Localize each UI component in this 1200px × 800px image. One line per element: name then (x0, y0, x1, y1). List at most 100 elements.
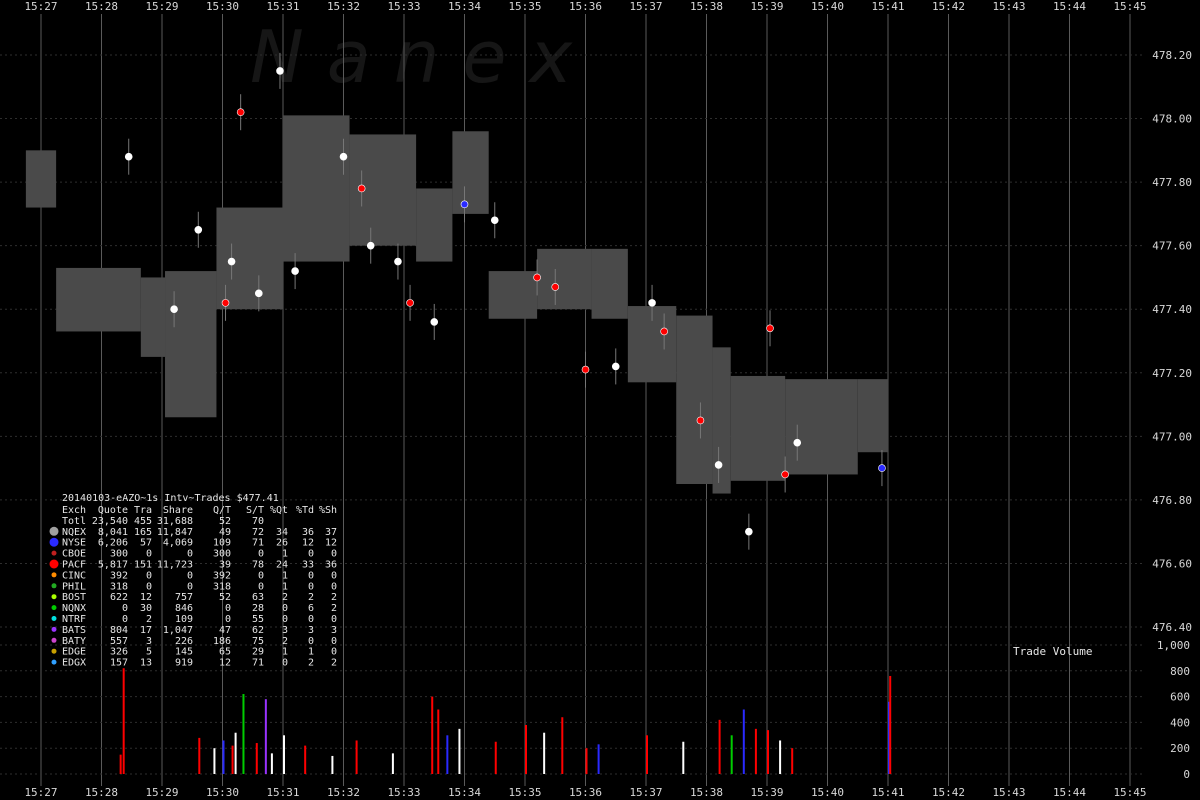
table-header-cell: Q/T (213, 505, 231, 516)
volume-bar (543, 732, 546, 774)
table-cell: 0 (308, 614, 314, 625)
exchange-color-dot (51, 572, 57, 578)
table-cell: 151 (134, 560, 152, 571)
table-cell: 165 (134, 527, 152, 538)
table-cell: 4,069 (163, 538, 193, 549)
x-tick-label-top: 15:45 (1113, 0, 1146, 13)
volume-bar (791, 748, 794, 774)
exchange-color-dot (51, 659, 57, 665)
y-tick-label: 477.40 (1152, 303, 1192, 316)
volume-bar (561, 717, 564, 774)
volume-bar (431, 696, 434, 774)
x-tick-label-bottom: 15:32 (327, 786, 360, 799)
x-tick-label-bottom: 15:27 (24, 786, 57, 799)
table-cell: 17 (140, 625, 152, 636)
table-cell: 29 (252, 647, 264, 658)
x-tick-label-top: 15:42 (932, 0, 965, 13)
x-tick-label-bottom: 15:38 (690, 786, 723, 799)
table-cell: 31,688 (157, 516, 193, 527)
trade-point (551, 283, 560, 291)
volume-bar (437, 709, 440, 774)
table-cell: 846 (175, 603, 193, 614)
table-cell: 3 (282, 625, 288, 636)
trade-point (581, 365, 590, 374)
trade-point (276, 67, 284, 75)
x-tick-label-bottom: 15:29 (145, 786, 178, 799)
table-cell: CBOE (62, 549, 86, 560)
volume-bar (198, 737, 201, 774)
table-cell: 0 (331, 570, 337, 581)
table-cell: 2 (331, 592, 337, 603)
x-tick-label-top: 15:44 (1053, 0, 1086, 13)
volume-bar (270, 753, 273, 774)
table-cell: 24 (276, 560, 288, 571)
x-tick-label-top: 15:43 (992, 0, 1025, 13)
table-cell: 300 (110, 549, 128, 560)
volume-tick-label: 1,000 (1157, 639, 1190, 652)
table-cell: 62 (252, 625, 264, 636)
trade-chart: N a n e x 15:27 15:28 15:29 15:30 15:31 15:32… (0, 0, 1200, 800)
table-header-cell: Exch (62, 505, 86, 516)
nbbo-band (488, 271, 538, 319)
x-tick-label-top: 15:27 (24, 0, 57, 13)
table-cell: 0 (308, 549, 314, 560)
table-cell: 0 (146, 549, 152, 560)
table-cell: 1 (282, 549, 288, 560)
table-header-cell: %Td (296, 505, 314, 516)
table-cell: 1 (308, 647, 314, 658)
table-cell: 52 (219, 592, 231, 603)
table-cell: 13 (140, 658, 152, 669)
volume-bar (718, 719, 721, 774)
nbbo-band (712, 347, 731, 494)
trade-point (878, 464, 886, 472)
table-cell: 0 (308, 570, 314, 581)
nbbo-band (56, 267, 141, 332)
y-tick-label: 478.00 (1152, 113, 1192, 126)
table-cell: 0 (331, 614, 337, 625)
x-tick-label-top: 15:39 (750, 0, 783, 13)
table-cell: 300 (213, 549, 231, 560)
nbbo-band (140, 277, 166, 357)
table-cell: 26 (276, 538, 288, 549)
exchange-color-dot (51, 648, 57, 654)
volume-tick-label: 600 (1170, 691, 1190, 704)
nbbo-band (591, 248, 628, 319)
volume-bar (234, 732, 237, 774)
table-cell: 1 (282, 570, 288, 581)
trade-point (366, 241, 375, 250)
table-cell: 2 (331, 603, 337, 614)
x-tick-label-bottom: 15:31 (266, 786, 299, 799)
table-cell: 0 (122, 603, 128, 614)
table-cell: 2 (282, 592, 288, 603)
table-cell: 186 (213, 636, 231, 647)
table-cell: BOST (62, 592, 86, 603)
table-cell: 5 (146, 647, 152, 658)
volume-bar (742, 709, 745, 774)
x-tick-label-bottom: 15:35 (508, 786, 541, 799)
table-cell: NTRF (62, 614, 86, 625)
nbbo-band (676, 315, 713, 484)
table-cell: 145 (175, 647, 193, 658)
table-cell: 0 (258, 581, 264, 592)
table-cell: 0 (225, 603, 231, 614)
table-cell: BATY (62, 636, 86, 647)
trade-point (254, 289, 263, 298)
table-cell: 1 (282, 647, 288, 658)
table-cell: 557 (110, 636, 128, 647)
trade-point (124, 152, 133, 161)
volume-bar (119, 754, 122, 774)
exchange-color-dot (51, 616, 57, 621)
nbbo-band (730, 375, 786, 481)
exchange-color-dot (49, 526, 59, 536)
table-cell: 0 (187, 581, 193, 592)
trade-point (611, 362, 620, 371)
y-tick-label: 477.60 (1152, 240, 1192, 253)
table-cell: 71 (252, 658, 264, 669)
table-cell: 12 (325, 538, 337, 549)
trade-point (406, 299, 414, 307)
volume-bar (304, 745, 307, 774)
x-tick-label-bottom: 15:33 (387, 786, 420, 799)
table-cell: 37 (325, 527, 337, 538)
table-cell: 36 (302, 527, 314, 538)
x-tick-label-top: 15:35 (508, 0, 541, 13)
